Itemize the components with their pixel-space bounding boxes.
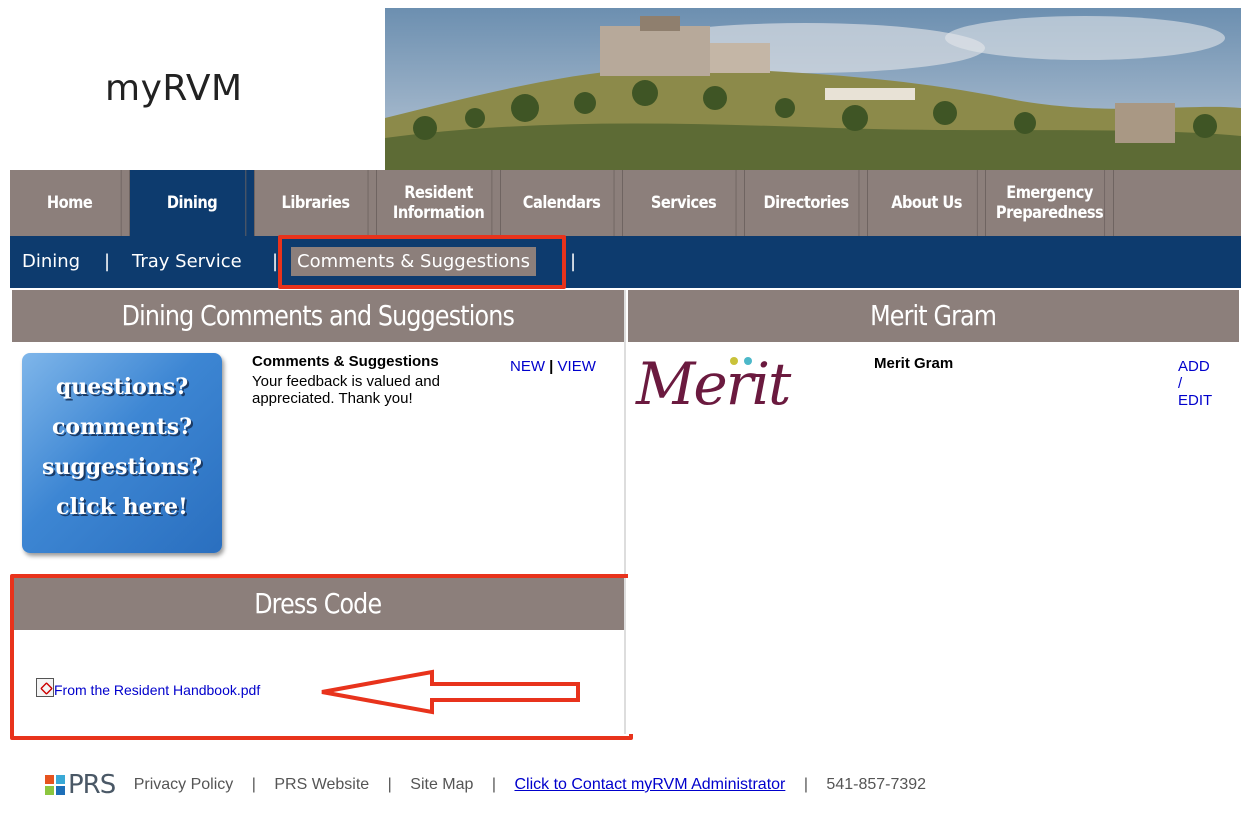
footer: PRS Privacy Policy | PRS Website | Site … (45, 770, 926, 800)
merit-gram-title: Merit Gram (874, 355, 954, 372)
comments-title: Comments & Suggestions (252, 353, 439, 370)
merit-logo-text: Merit (636, 350, 791, 418)
footer-separator: | (251, 776, 256, 794)
footer-phone: 541-857-7392 (826, 776, 927, 794)
nav-tab-services-wrap: Services (623, 170, 745, 236)
subnav-separator: | (570, 251, 577, 272)
site-logo[interactable]: myRVM (105, 68, 243, 109)
nav-tab-about-us[interactable]: About Us (876, 170, 978, 236)
comments-panel-title: Dining Comments and Suggestions (121, 299, 515, 332)
merit-dots-icon (730, 357, 752, 365)
footer-separator: | (387, 776, 392, 794)
comments-click-here-image[interactable]: questions? comments? suggestions? click … (22, 353, 222, 553)
comments-description: Your feedback is valued and appreciated.… (252, 373, 440, 407)
nav-tab-home[interactable]: Home (18, 170, 122, 236)
footer-separator: | (803, 776, 808, 794)
nav-tab-services[interactable]: Services (632, 170, 737, 236)
subnav-item-dining[interactable]: Dining (22, 251, 80, 272)
qbox-line-1: questions? (55, 374, 189, 400)
qbox-line-3: suggestions? (42, 454, 202, 480)
nav-tab-dining-wrap: Dining (130, 170, 255, 236)
nav-tab-home-wrap: Home (10, 170, 130, 236)
prs-logo-mark-icon (45, 775, 65, 795)
merit-gram-panel-header: Merit Gram (628, 290, 1239, 342)
comments-links: NEW | VIEW (510, 358, 596, 375)
nav-tab-about-us-wrap: About Us (868, 170, 986, 236)
merit-gram-panel-title: Merit Gram (870, 299, 998, 332)
nav-tab-resident-information-wrap: Resident Information (377, 170, 501, 236)
main-navigation: Home Dining Libraries Resident Informati… (10, 170, 1241, 236)
qbox-line-4: click here! (56, 494, 188, 520)
nav-tab-dining[interactable]: Dining (139, 170, 247, 236)
nav-tab-resident-information[interactable]: Resident Information (386, 170, 493, 236)
subnav-separator: | (104, 251, 111, 272)
annotation-highlight-box (278, 235, 566, 289)
nav-tab-directories-wrap: Directories (745, 170, 868, 236)
comments-panel-header: Dining Comments and Suggestions (12, 290, 624, 342)
merit-gram-links: ADD / EDIT (1178, 358, 1228, 409)
add-link[interactable]: ADD (1178, 358, 1210, 375)
nav-tab-directories[interactable]: Directories (754, 170, 860, 236)
nav-tab-emergency-preparedness-wrap: Emergency Preparedness (986, 170, 1114, 236)
view-link[interactable]: VIEW (558, 358, 596, 375)
new-link[interactable]: NEW (510, 358, 545, 375)
link-separator: | (549, 358, 554, 375)
subnav-item-tray-service[interactable]: Tray Service (132, 251, 242, 272)
add-edit-slash: / (1178, 375, 1183, 392)
prs-logo-text: PRS (68, 770, 116, 800)
annotation-arrow-icon (321, 669, 580, 715)
nav-tab-libraries[interactable]: Libraries (264, 170, 369, 236)
nav-tab-emergency-preparedness[interactable]: Emergency Preparedness (995, 170, 1106, 236)
footer-contact-admin-link[interactable]: Click to Contact myRVM Administrator (514, 776, 785, 793)
footer-privacy-policy[interactable]: Privacy Policy (134, 776, 234, 793)
qbox-line-2: comments? (51, 414, 193, 440)
prs-logo[interactable]: PRS (45, 770, 116, 800)
footer-separator: | (491, 776, 497, 794)
nav-tab-libraries-wrap: Libraries (255, 170, 377, 236)
merit-logo: Merit (636, 350, 791, 418)
sub-navigation: Dining | Tray Service | Comments & Sugge… (10, 236, 1241, 288)
nav-tab-calendars-wrap: Calendars (501, 170, 623, 236)
footer-prs-website[interactable]: PRS Website (274, 776, 369, 793)
edit-link[interactable]: EDIT (1178, 392, 1212, 409)
header-banner-image (385, 8, 1241, 170)
footer-site-map[interactable]: Site Map (410, 776, 473, 793)
nav-tab-calendars[interactable]: Calendars (510, 170, 615, 236)
